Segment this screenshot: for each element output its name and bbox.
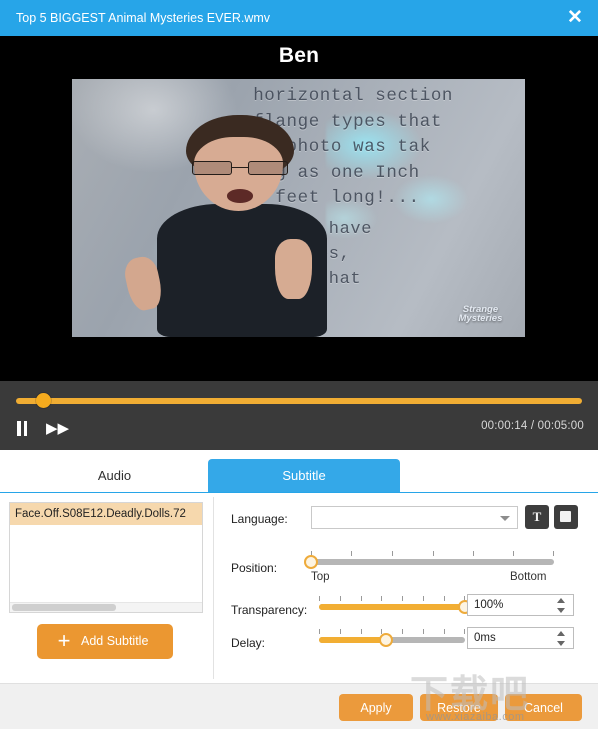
delay-stepper[interactable]: 0ms xyxy=(467,627,574,649)
transparency-stepper[interactable]: 100% xyxy=(467,594,574,616)
stepper-down-icon xyxy=(557,608,565,613)
window-title: Top 5 BIGGEST Animal Mysteries EVER.wmv xyxy=(16,11,271,25)
time-display: 00:00:14 / 00:05:00 xyxy=(481,420,584,432)
title-bar: Top 5 BIGGEST Animal Mysteries EVER.wmv … xyxy=(0,0,598,36)
chevron-down-icon xyxy=(500,516,510,521)
transparency-label: Transparency: xyxy=(231,603,308,617)
position-slider-track[interactable] xyxy=(311,559,554,565)
color-swatch-icon[interactable] xyxy=(554,505,578,529)
subtitle-settings-panel: Language: T Position: Top Bottom Transpa… xyxy=(214,493,598,683)
logo-line-2: Mysteries xyxy=(458,313,503,325)
transparency-value: 100% xyxy=(474,599,504,611)
glasses-bridge xyxy=(232,166,248,169)
video-overlay-title: Ben xyxy=(278,44,320,67)
delay-stepper-arrows[interactable] xyxy=(557,631,566,646)
position-min-label: Top xyxy=(311,571,330,583)
color-swatch-square xyxy=(560,511,571,522)
player-controls-bar: ▶▶ 00:00:14 / 00:05:00 xyxy=(0,381,598,450)
stepper-up-icon xyxy=(557,631,565,636)
list-item[interactable]: Face.Off.S08E12.Deadly.Dolls.72 xyxy=(10,503,202,525)
pause-icon[interactable] xyxy=(17,421,30,439)
transparency-slider-fill xyxy=(319,604,465,610)
stepper-up-icon xyxy=(557,598,565,603)
language-label: Language: xyxy=(231,512,288,526)
transparency-stepper-arrows[interactable] xyxy=(557,598,566,613)
delay-label: Delay: xyxy=(231,636,266,650)
apply-button[interactable]: Apply xyxy=(339,694,413,721)
cancel-button[interactable]: Cancel xyxy=(505,694,582,721)
position-slider-ticks xyxy=(311,551,554,557)
video-stage: Ben horizontal section flange types that… xyxy=(0,36,598,381)
delay-slider[interactable] xyxy=(319,629,465,647)
delay-slider-handle[interactable] xyxy=(379,633,394,647)
close-icon[interactable]: ✕ xyxy=(562,6,588,30)
subtitle-list-panel: Face.Off.S08E12.Deadly.Dolls.72 + Add Su… xyxy=(0,493,213,683)
video-watermark-logo: Strange Mysteries xyxy=(459,305,503,324)
position-slider[interactable] xyxy=(304,551,554,569)
language-dropdown[interactable] xyxy=(311,506,518,529)
font-icon[interactable]: T xyxy=(525,505,549,529)
add-subtitle-button[interactable]: + Add Subtitle xyxy=(37,624,173,659)
video-subject xyxy=(121,115,357,337)
glasses-lens-left xyxy=(192,160,233,176)
subtitle-list[interactable]: Face.Off.S08E12.Deadly.Dolls.72 xyxy=(9,502,203,613)
delay-slider-ticks xyxy=(319,629,465,635)
tab-audio[interactable]: Audio xyxy=(22,459,207,492)
position-label: Position: xyxy=(231,561,278,575)
fast-forward-icon[interactable]: ▶▶ xyxy=(46,421,69,436)
glasses-lens-right xyxy=(247,160,288,176)
stepper-down-icon xyxy=(557,641,565,646)
font-icon-glyph: T xyxy=(532,509,542,524)
seek-bar[interactable] xyxy=(16,398,582,404)
tab-bar: Audio Subtitle xyxy=(0,450,598,493)
delay-slider-fill xyxy=(319,637,387,643)
delay-value: 0ms xyxy=(474,632,496,644)
video-frame[interactable]: horizontal section flange types that is … xyxy=(72,79,525,337)
subject-glasses xyxy=(192,160,288,176)
subject-hand-right xyxy=(274,239,312,300)
scrollbar-thumb[interactable] xyxy=(12,604,116,611)
subtitle-settings-window: Top 5 BIGGEST Animal Mysteries EVER.wmv … xyxy=(0,0,598,729)
transparency-slider[interactable] xyxy=(319,596,472,614)
add-subtitle-label: Add Subtitle xyxy=(81,634,149,648)
position-max-label: Bottom xyxy=(510,571,547,583)
seek-handle[interactable] xyxy=(35,393,51,408)
position-slider-handle[interactable] xyxy=(304,555,318,569)
transparency-slider-ticks xyxy=(319,596,465,602)
restore-button[interactable]: Restore xyxy=(420,694,498,721)
plus-icon: + xyxy=(57,628,71,653)
footer-bar: Apply Restore Cancel xyxy=(0,683,598,729)
subject-mouth xyxy=(226,189,253,203)
tab-subtitle[interactable]: Subtitle xyxy=(208,459,400,492)
horizontal-scrollbar[interactable] xyxy=(10,602,202,612)
